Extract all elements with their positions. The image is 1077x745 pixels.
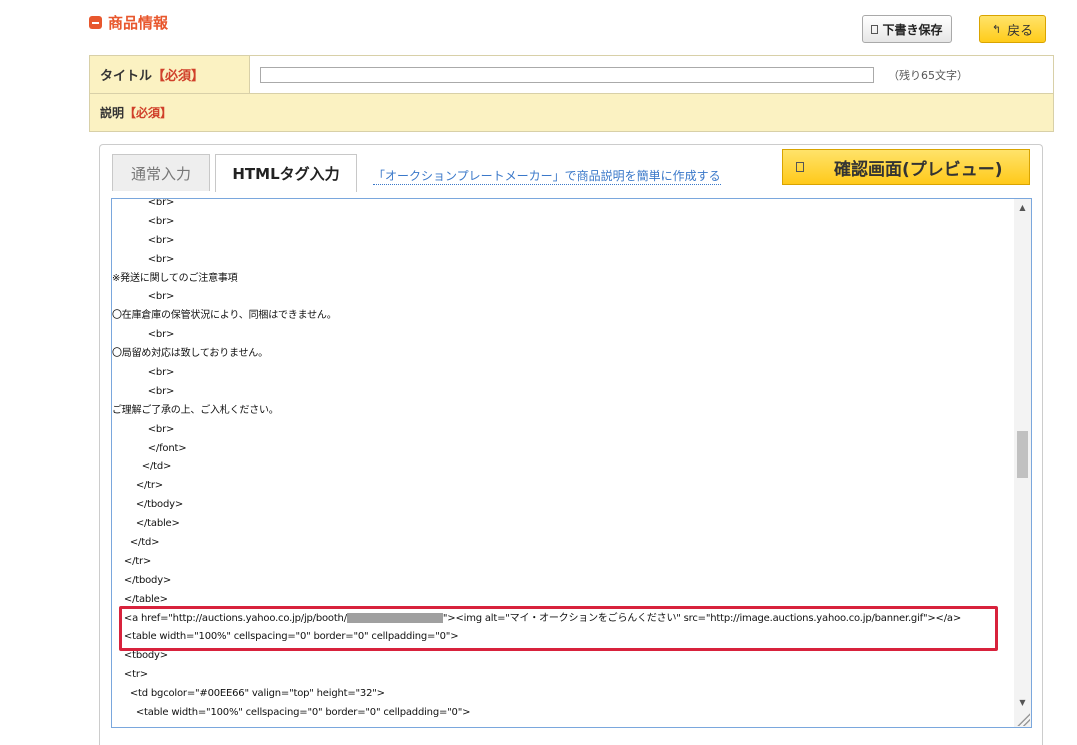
back-label: 戻る bbox=[1007, 23, 1034, 39]
code-line: </tbody> bbox=[112, 499, 184, 511]
html-textarea[interactable]: <br> <br> <br> <br> ※発送に関してのご注意事項 <br> 〇在庫… bbox=[111, 198, 1032, 728]
save-draft-button[interactable]: 下書き保存 bbox=[862, 15, 952, 43]
code-line: ※発送に関してのご注意事項 bbox=[112, 272, 238, 284]
title-input[interactable] bbox=[260, 66, 874, 83]
title-cell: （残り65文字） bbox=[250, 56, 1053, 93]
code-line: <td bgcolor="#00EE66" valign="top" heigh… bbox=[112, 688, 385, 700]
title-row: タイトル 【必須】 （残り65文字） bbox=[89, 55, 1054, 94]
required-mark: 【必須】 bbox=[152, 69, 205, 84]
vertical-scrollbar[interactable]: ▲ ▼ bbox=[1014, 199, 1031, 727]
code-line: <table width="100%" cellspacing="0" bord… bbox=[112, 707, 471, 719]
item-form: タイトル 【必須】 （残り65文字） 説明 【必須】 bbox=[89, 55, 1054, 132]
code-lines: <br> <br> <br> <br> ※発送に関してのご注意事項 <br> 〇在庫… bbox=[112, 198, 1013, 723]
remaining-chars: （残り65文字） bbox=[888, 68, 968, 82]
back-arrow-icon: ↰ bbox=[991, 22, 1002, 36]
scroll-thumb[interactable] bbox=[1017, 431, 1028, 478]
code-line: </tr> bbox=[112, 555, 152, 567]
code-line: <br> bbox=[112, 234, 175, 246]
code-line: <tbody> bbox=[112, 650, 168, 662]
code-line: </td> bbox=[112, 461, 172, 473]
code-line: <br> bbox=[112, 291, 175, 303]
code-line: <br> bbox=[112, 215, 175, 227]
collapse-icon[interactable] bbox=[89, 16, 102, 29]
code-line: <tr> bbox=[112, 669, 148, 681]
code-line: ご理解ご了承の上、ご入札ください。 bbox=[112, 404, 279, 416]
code-line: <br> bbox=[112, 253, 175, 265]
code-line: </font> bbox=[112, 442, 187, 454]
code-line: <table width="100%" cellspacing="0" bord… bbox=[112, 631, 459, 643]
document-icon bbox=[796, 162, 804, 172]
section-header[interactable]: 商品情報 bbox=[89, 12, 168, 33]
title-label: タイトル 【必須】 bbox=[90, 56, 250, 93]
tab-html-input[interactable]: HTMLタグ入力 bbox=[215, 154, 357, 192]
tab-normal-input[interactable]: 通常入力 bbox=[112, 154, 210, 191]
redacted-block bbox=[346, 612, 443, 623]
preview-button[interactable]: 確認画面(プレビュー) bbox=[782, 149, 1030, 185]
code-line: </td> bbox=[112, 537, 160, 549]
description-label: 説明 bbox=[100, 106, 125, 120]
code-line: </table> bbox=[112, 518, 180, 530]
code-line: </tbody> bbox=[112, 574, 172, 586]
code-line: </tr> bbox=[112, 480, 163, 492]
description-editor: 通常入力 HTMLタグ入力 「オークションプレートメーカー」で商品説明を簡単に作… bbox=[99, 144, 1043, 745]
code-line: <br> bbox=[112, 423, 175, 435]
code-line: </table> bbox=[112, 593, 168, 605]
code-line: <br> bbox=[112, 198, 175, 208]
code-line: <br> bbox=[112, 367, 175, 379]
code-line: <br> bbox=[112, 385, 175, 397]
code-line: 〇在庫倉庫の保管状況により、同梱はできません。 bbox=[112, 310, 337, 322]
code-line: 〇局留め対応は致しておりません。 bbox=[112, 348, 268, 360]
document-icon bbox=[871, 24, 879, 34]
required-mark: 【必須】 bbox=[124, 106, 173, 120]
title-label-text: タイトル bbox=[100, 69, 153, 84]
description-row: 説明 【必須】 bbox=[89, 94, 1054, 132]
code-line: <a href="http://auctions.yahoo.co.jp/jp/… bbox=[112, 612, 962, 624]
resize-grip-icon[interactable] bbox=[1016, 712, 1030, 726]
save-draft-label: 下書き保存 bbox=[882, 22, 943, 37]
preview-label: 確認画面(プレビュー) bbox=[834, 159, 1003, 180]
section-title: 商品情報 bbox=[108, 14, 169, 32]
scroll-up-icon[interactable]: ▲ bbox=[1014, 199, 1031, 216]
back-button[interactable]: ↰ 戻る bbox=[979, 15, 1046, 43]
plate-maker-link[interactable]: 「オークションプレートメーカー」で商品説明を簡単に作成する bbox=[373, 169, 721, 185]
code-line: <br> bbox=[112, 329, 175, 341]
scroll-down-icon[interactable]: ▼ bbox=[1014, 694, 1031, 711]
